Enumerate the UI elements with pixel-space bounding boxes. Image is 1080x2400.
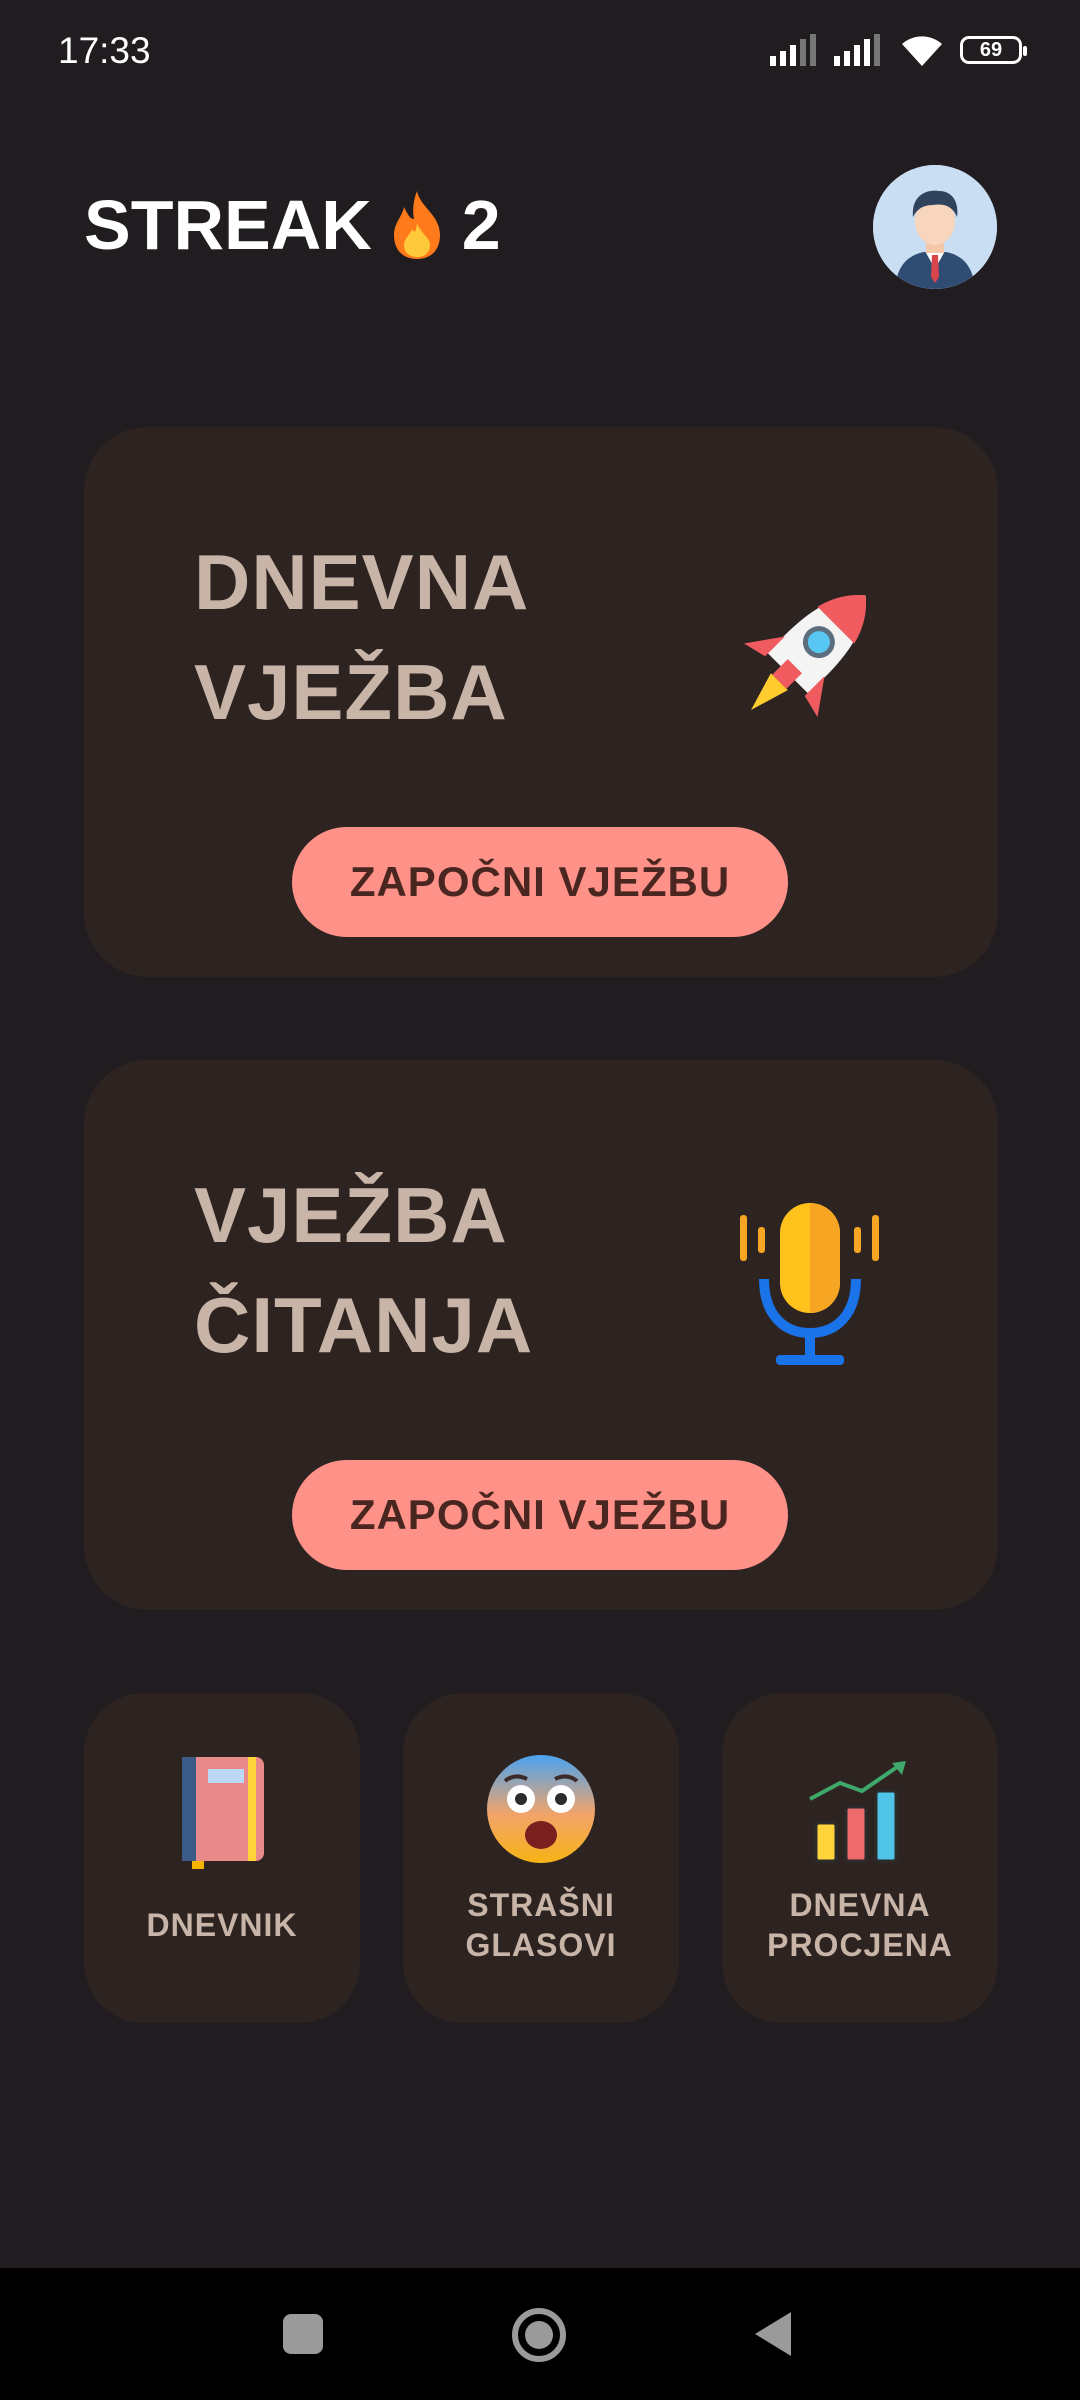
tile-label: DNEVNA PROCJENA <box>767 1887 953 1963</box>
card-title: VJEŽBA ČITANJA <box>194 1171 534 1369</box>
fire-icon <box>393 191 440 259</box>
wifi-icon <box>902 36 942 66</box>
fearful-face-icon <box>487 1755 595 1863</box>
journal-tile[interactable]: DNEVNIK <box>84 1693 360 2023</box>
daily-exercise-card: DNEVNA VJEŽBA ZAPOČNI VJEŽBU <box>84 427 998 977</box>
streak-count: 2 <box>461 186 501 264</box>
tile-label: DNEVNIK <box>146 1907 298 1943</box>
back-icon[interactable] <box>753 2310 793 2358</box>
profile-avatar[interactable] <box>873 165 997 289</box>
start-exercise-button[interactable]: ZAPOČNI VJEŽBU <box>292 827 788 937</box>
home-icon[interactable] <box>511 2307 567 2363</box>
tile-label: STRAŠNI GLASOVI <box>465 1887 617 1963</box>
notebook-icon <box>182 1757 264 1869</box>
status-icons: 69 <box>770 32 1027 68</box>
microphone-icon <box>740 1203 879 1365</box>
status-bar: 17:33 69 <box>0 0 1080 110</box>
streak-counter: STREAK 2 <box>84 185 501 265</box>
signal-icon <box>770 34 816 66</box>
battery-indicator: 69 <box>960 36 1027 64</box>
status-time: 17:33 <box>58 30 151 71</box>
scary-voices-tile[interactable]: STRAŠNI GLASOVI <box>403 1693 679 2023</box>
start-reading-button[interactable]: ZAPOČNI VJEŽBU <box>292 1460 788 1570</box>
daily-assessment-tile[interactable]: DNEVNA PROCJENA <box>722 1693 998 2023</box>
recent-apps-icon[interactable] <box>281 2312 325 2356</box>
chart-icon <box>809 1761 906 1863</box>
reading-exercise-card: VJEŽBA ČITANJA ZAPOČNI VJEŽBU <box>84 1060 998 1610</box>
user-avatar-icon <box>873 165 997 289</box>
system-navigation-bar <box>0 2268 1080 2400</box>
signal-icon <box>834 34 880 66</box>
rocket-icon <box>743 594 867 718</box>
card-title: DNEVNA VJEŽBA <box>194 538 530 736</box>
streak-label: STREAK <box>84 186 372 264</box>
